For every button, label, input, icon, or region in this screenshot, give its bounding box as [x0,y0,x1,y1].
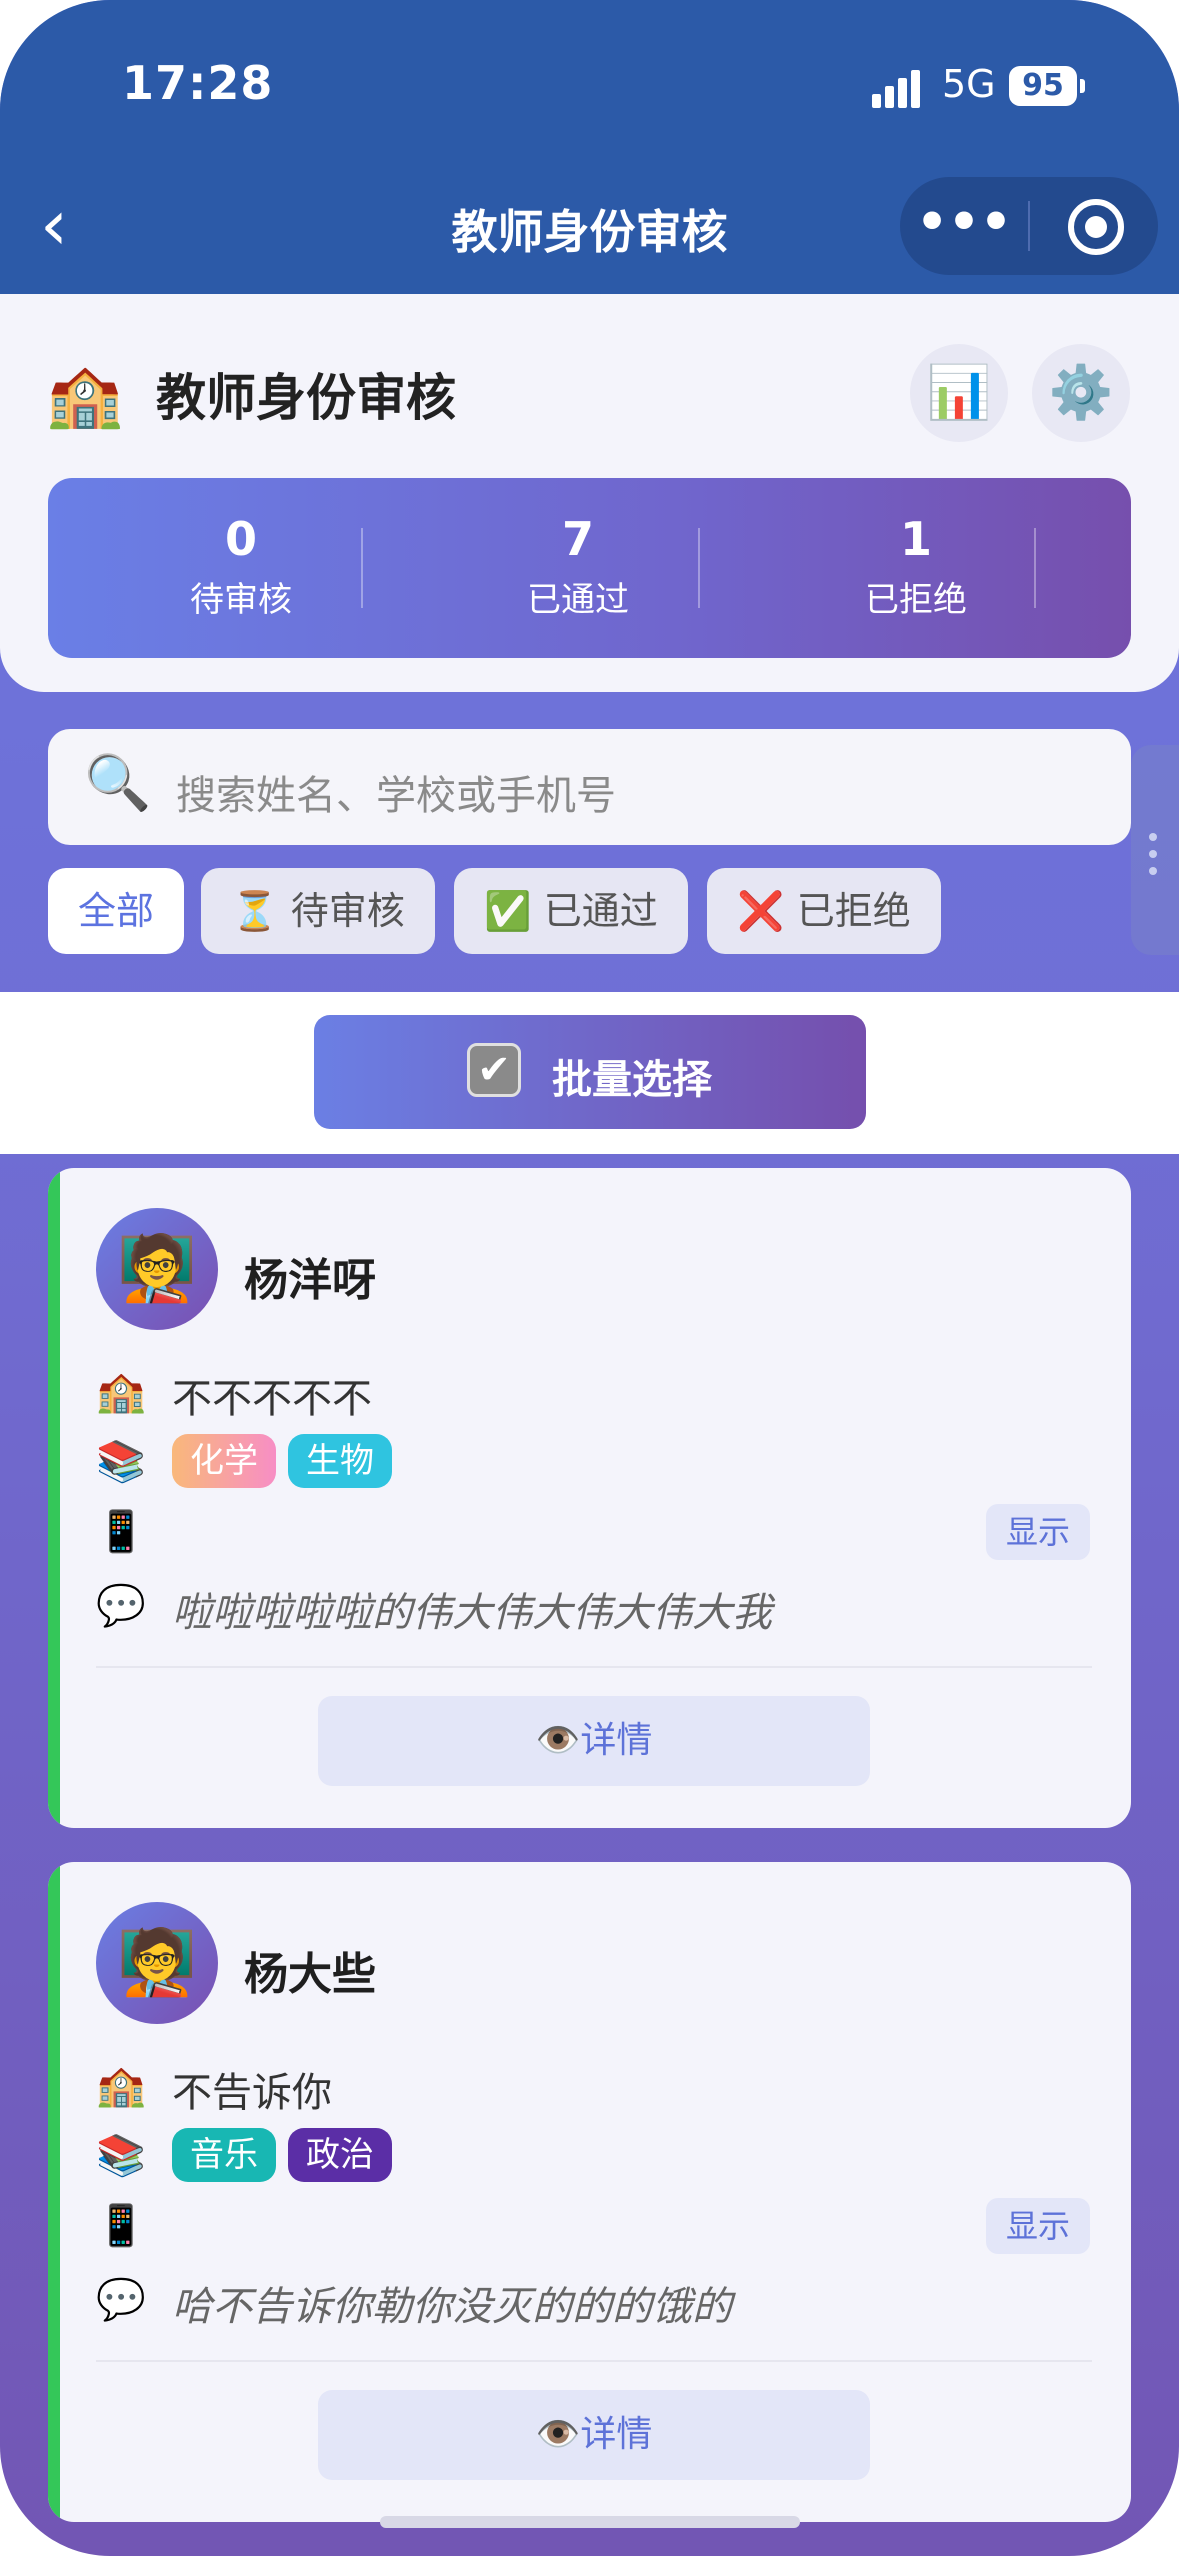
detail-button[interactable]: 👁️详情 [318,1696,870,1786]
phone-icon: 📱 [96,1509,146,1555]
header-card: 🏫 教师身份审核 📊 ⚙️ 0 待审核 7 已通过 1 已拒绝 [0,294,1179,692]
hourglass-icon: ⏳ [231,889,279,933]
subject-tag: 政治 [288,2128,392,2182]
side-drawer-handle[interactable] [1131,745,1179,955]
filter-label: 已拒绝 [796,889,911,933]
stat-label: 待审核 [190,580,292,620]
filter-label: 待审核 [290,889,405,933]
checkbox-icon: ✔ [467,1043,521,1097]
teacher-name: 杨大些 [244,1949,376,2000]
search-placeholder: 搜索姓名、学校或手机号 [176,773,616,819]
comment-icon: 💬 [96,2277,146,2323]
detail-button[interactable]: 👁️详情 [318,2390,870,2480]
application-note: 啦啦啦啦啦的伟大伟大伟大伟大我 [172,1590,772,1636]
stat-divider [361,528,363,608]
filter-all[interactable]: 全部 [48,868,184,954]
stat-value: 7 [561,512,594,566]
show-phone-button[interactable]: 显示 [986,2198,1090,2254]
search-icon: 🔍 [84,751,152,814]
batch-select-button[interactable]: ✔ 批量选择 [314,1015,866,1129]
stat-divider [698,528,700,608]
books-icon: 📚 [96,1439,146,1485]
status-accent-bar [48,1168,60,1828]
filter-pending[interactable]: ⏳ 待审核 [201,868,435,954]
avatar: 🧑‍🏫 [96,1208,218,1330]
batch-select-label: 批量选择 [552,1057,712,1103]
phone-icon: 📱 [96,2203,146,2249]
school-name: 不告诉你 [172,2070,332,2116]
header-title: 教师身份审核 [156,369,456,427]
stat-pending[interactable]: 0 待审核 [91,512,391,621]
stat-value: 0 [224,512,257,566]
avatar: 🧑‍🏫 [96,1902,218,2024]
subject-tag: 化学 [172,1434,276,1488]
stat-label: 已拒绝 [865,580,967,620]
teacher-name: 杨洋呀 [244,1255,376,1306]
mini-program-capsule: ••• [900,177,1158,275]
phone-screen: 17:28 5G 95 ‹ 教师身份审核 ••• 🏫 教师身份审核 📊 ⚙️ 0… [0,0,1179,2556]
subject-tag: 生物 [288,1434,392,1488]
stat-label: 已通过 [527,580,629,620]
network-label: 5G [942,62,996,106]
settings-gear-icon[interactable]: ⚙️ [1032,344,1130,442]
capsule-divider [1028,201,1030,251]
filter-label: 全部 [77,889,154,933]
school-icon: 🏫 [46,358,124,431]
top-bar: 17:28 5G 95 ‹ 教师身份审核 ••• [0,0,1179,294]
comment-icon: 💬 [96,1583,146,1629]
search-input[interactable]: 🔍 搜索姓名、学校或手机号 [48,729,1131,845]
chart-icon[interactable]: 📊 [910,344,1008,442]
show-phone-button[interactable]: 显示 [986,1504,1090,1560]
teacher-card[interactable]: 🧑‍🏫 杨洋呀 🏫 不不不不不 📚 化学 生物 📱 显示 💬 啦啦啦啦啦的伟大伟… [48,1168,1131,1828]
home-indicator[interactable] [380,2516,800,2528]
card-divider [96,2360,1092,2362]
status-accent-bar [48,1862,60,2522]
stat-value: 1 [899,512,932,566]
status-time: 17:28 [122,56,274,110]
filter-rejected[interactable]: ❌ 已拒绝 [707,868,941,954]
check-mark-icon: ✅ [484,889,532,933]
target-icon[interactable] [1068,199,1124,255]
signal-icon [872,66,930,108]
books-icon: 📚 [96,2133,146,2179]
teacher-card[interactable]: 🧑‍🏫 杨大些 🏫 不告诉你 📚 音乐 政治 📱 显示 💬 哈不告诉你勒你没灭的… [48,1862,1131,2522]
application-note: 哈不告诉你勒你没灭的的的饿的 [172,2284,732,2330]
cross-mark-icon: ❌ [737,889,785,933]
school-name: 不不不不不 [172,1376,372,1422]
stat-divider [1034,528,1036,608]
battery-icon: 95 [1009,66,1085,106]
filter-approved[interactable]: ✅ 已通过 [454,868,688,954]
subject-tag: 音乐 [172,2128,276,2182]
more-dots-icon[interactable]: ••• [900,177,1028,275]
stat-rejected[interactable]: 1 已拒绝 [766,512,1066,621]
school-icon: 🏫 [96,1369,146,1415]
school-icon: 🏫 [96,2063,146,2109]
stat-approved[interactable]: 7 已通过 [428,512,728,621]
stats-panel: 0 待审核 7 已通过 1 已拒绝 [48,478,1131,658]
filter-label: 已通过 [543,889,658,933]
card-divider [96,1666,1092,1668]
